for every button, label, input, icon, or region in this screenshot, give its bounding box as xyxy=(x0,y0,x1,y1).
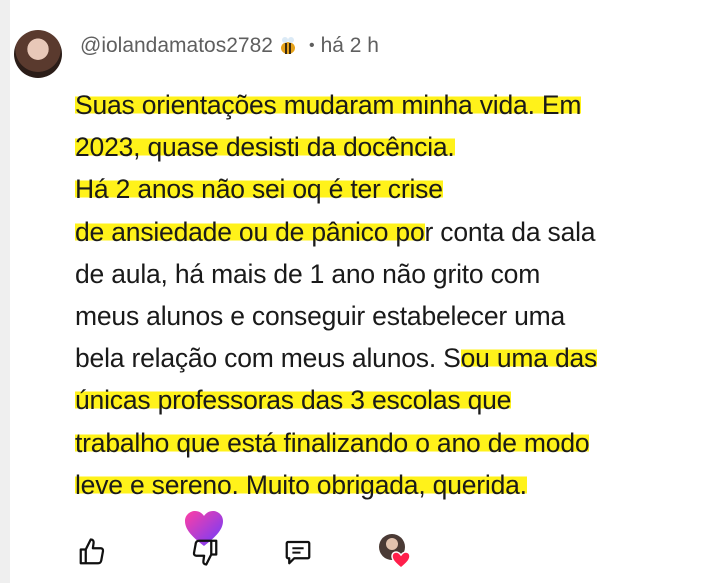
timestamp: há 2 h xyxy=(320,34,379,57)
comment-line: de ansiedade ou de pânico por conta da s… xyxy=(75,216,596,247)
comment-line: leve e sereno. Muito obrigada, querida. xyxy=(75,469,527,500)
reply-button[interactable] xyxy=(280,534,316,570)
thumbs-up-icon xyxy=(79,538,105,565)
comment-line: únicas professoras das 3 escolas que xyxy=(75,385,512,416)
creator-heart-icon xyxy=(379,534,411,569)
bee-icon xyxy=(280,37,295,54)
comment-line: meus alunos e conseguir estabelecer uma xyxy=(75,301,566,332)
comment-line: Há 2 anos não sei oq é ter crise xyxy=(75,174,443,205)
comment-text: Suas orientações mudaram minha vida. Em … xyxy=(75,84,705,506)
like-button[interactable] xyxy=(74,534,110,570)
username[interactable]: @iolandamatos2782 xyxy=(80,34,273,58)
comment-actions xyxy=(0,510,717,583)
comment-line: de aula, há mais de 1 ano não grito com xyxy=(75,258,541,289)
creator-heart-button[interactable] xyxy=(375,530,415,570)
comment-line: trabalho que está finalizando o ano de m… xyxy=(75,427,590,458)
left-edge xyxy=(0,0,10,583)
comment-line: 2023, quase desisti da docência. xyxy=(75,132,455,163)
comment-line: bela relação com meus alunos. Sou uma da… xyxy=(75,343,598,374)
thumbs-down-icon xyxy=(192,539,218,566)
comment-line: Suas orientações mudaram minha vida. Em xyxy=(75,90,582,120)
separator-dot: • xyxy=(308,37,315,54)
dislike-button[interactable] xyxy=(187,534,223,570)
comment-header: @iolandamatos2782 • há 2 h xyxy=(80,30,379,62)
avatar[interactable] xyxy=(14,30,62,78)
comment-icon xyxy=(285,540,311,565)
